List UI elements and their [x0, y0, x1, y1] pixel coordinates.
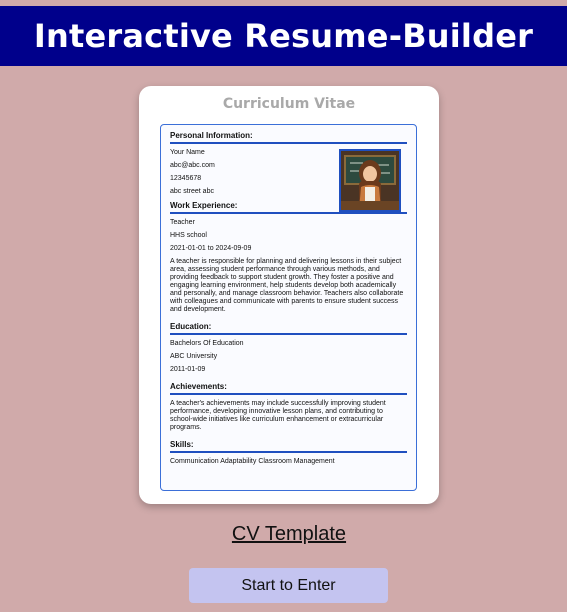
education-school: ABC University [170, 353, 218, 360]
work-section: Work Experience: Teacher HHS school 2021… [170, 201, 407, 314]
profile-photo [339, 149, 401, 212]
achievements-heading: Achievements: [170, 382, 407, 395]
app-header: Interactive Resume-Builder [0, 6, 567, 66]
achievements-text: A teacher's achievements may include suc… [170, 400, 386, 431]
work-company: HHS school [170, 232, 207, 239]
education-date: 2011-01-09 [170, 366, 206, 373]
app-title: Interactive Resume-Builder [33, 17, 534, 55]
education-section: Education: Bachelors Of Education ABC Un… [170, 322, 407, 374]
cv-preview-card: Curriculum Vitae Personal Information: Y… [139, 86, 439, 504]
work-description: A teacher is responsible for planning an… [170, 258, 404, 313]
work-dates: 2021-01-01 to 2024-09-09 [170, 245, 252, 252]
personal-heading: Personal Information: [170, 131, 407, 144]
education-degree: Bachelors Of Education [170, 340, 244, 347]
skills-section: Skills: Communication Adaptability Class… [170, 440, 407, 466]
cv-document: Personal Information: Your Name abc@abc.… [160, 124, 417, 491]
education-heading: Education: [170, 322, 407, 335]
personal-section: Personal Information: Your Name abc@abc.… [170, 131, 407, 212]
work-role: Teacher [170, 219, 195, 226]
achievements-section: Achievements: A teacher's achievements m… [170, 382, 407, 432]
skills-text: Communication Adaptability Classroom Man… [170, 458, 335, 465]
start-to-enter-button[interactable]: Start to Enter [189, 568, 388, 603]
card-title: Curriculum Vitae [222, 96, 356, 112]
skills-heading: Skills: [170, 440, 407, 453]
cv-template-link[interactable]: CV Template [0, 523, 567, 546]
